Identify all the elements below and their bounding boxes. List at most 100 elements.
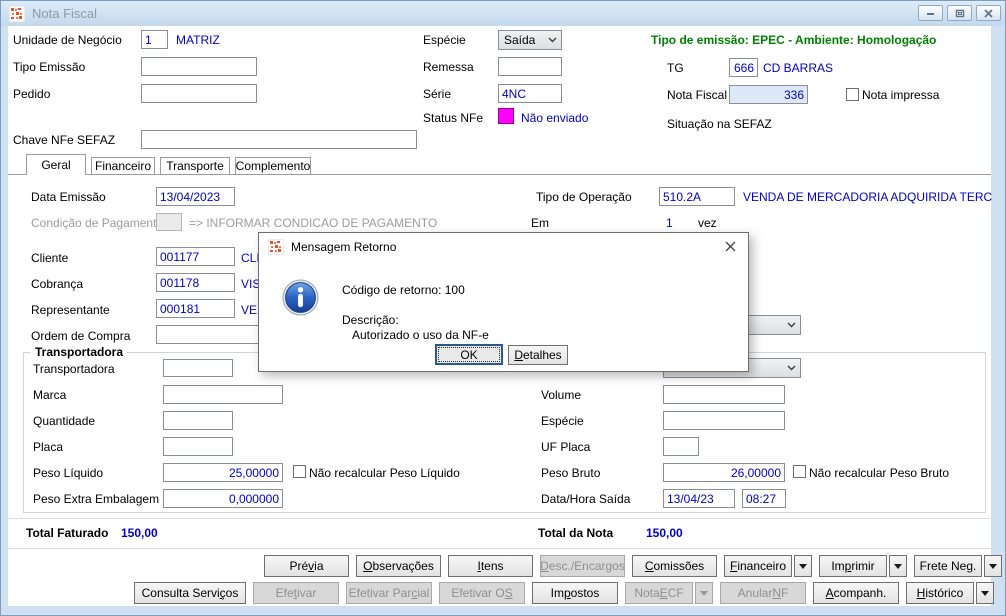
emissao-banner: Tipo de emissão: EPEC - Ambiente: Homolo… [651,33,936,47]
cobranca-input[interactable] [156,273,235,292]
unidade-label: Unidade de Negócio [13,33,122,47]
tab-complemento[interactable]: Complemento [235,157,311,174]
peso-liquido-input[interactable] [163,463,283,482]
nota-ecf-menu-arrow [695,582,713,604]
quantidade-input[interactable] [163,411,233,430]
transportadora-group-label: Transportadora [31,345,127,359]
placa-label: Placa [33,440,63,454]
status-nfe-label: Status NFe [423,111,483,125]
placa-input[interactable] [163,437,233,456]
volume-label: Volume [541,388,581,402]
impostos-button[interactable]: Impostos [532,582,618,604]
comissoes-button[interactable]: Comissões [632,555,717,577]
peso-bruto-input[interactable] [663,463,785,482]
tipo-emissao-input[interactable] [141,57,257,76]
frete-neg-menu-arrow[interactable] [984,555,1002,577]
em-value: 1 [666,216,673,230]
peso-bruto-label: Peso Bruto [541,466,600,480]
cliente-input[interactable] [156,247,235,266]
tipo-operacao-label: Tipo de Operação [536,190,632,204]
nao-recalcular-peso-bruto-checkbox[interactable] [793,465,806,478]
marca-input[interactable] [163,385,283,404]
tipo-operacao-input[interactable] [659,187,735,206]
uf-placa-input[interactable] [663,437,699,456]
itens-button[interactable]: Itens [448,555,533,577]
status-nfe-value: Não enviado [521,111,588,125]
serie-label: Série [423,87,451,101]
consulta-servicos-button[interactable]: Consulta Serviços [134,582,246,604]
uf-placa-label: UF Placa [541,440,590,454]
data-saida-input[interactable] [663,489,735,508]
peso-extra-input[interactable] [163,489,283,508]
nota-fiscal-window: Nota Fiscal Unidade de Negócio MATRIZ Ti… [0,0,1006,616]
condicao-pagamento-hint: => INFORMAR CONDICAO DE PAGAMENTO [189,216,437,230]
cliente-label: Cliente [31,251,68,265]
especie-combo[interactable]: Saída [498,30,562,50]
unidade-input[interactable] [141,30,168,49]
menu-arrow-icon [799,564,807,569]
tab-transporte[interactable]: Transporte [160,157,230,174]
efetivar-parcial-button: Efetivar Parcial [346,582,432,604]
total-faturado-label: Total Faturado [26,526,108,540]
chave-label: Chave NFe SEFAZ [13,133,115,147]
dialog-titlebar[interactable]: Mensagem Retorno [259,233,748,260]
chevron-down-icon [787,322,796,328]
tg-input[interactable] [729,58,758,77]
tab-strip-line [8,174,991,175]
acompanh-button[interactable]: Acompanh. [813,582,899,604]
remessa-input[interactable] [498,57,562,76]
imprimir-menu-arrow[interactable] [889,555,907,577]
historico-button[interactable]: Histórico [906,582,974,604]
nota-fiscal-label: Nota Fiscal [667,88,727,102]
window-title: Nota Fiscal [32,6,97,21]
financeiro-menu-arrow[interactable] [794,555,812,577]
volume-input[interactable] [663,385,785,404]
nota-fiscal-input[interactable] [729,85,808,104]
action-row-1: Prévia Observações Itens Desc./Encargos … [264,555,1002,577]
observacoes-button[interactable]: Observações [356,555,441,577]
data-emissao-label: Data Emissão [31,190,106,204]
desc-encargos-button: Desc./Encargos [540,555,625,577]
frete-neg-button[interactable]: Frete Neg. [914,555,982,577]
imprimir-button[interactable]: Imprimir [819,555,887,577]
tab-financeiro[interactable]: Financeiro [91,157,155,174]
dialog-desc-label: Descrição: [342,313,399,327]
hora-saida-input[interactable] [742,489,786,508]
nao-recalcular-peso-liquido-label: Não recalcular Peso Líquido [309,466,460,480]
close-button[interactable] [976,5,1001,21]
data-hora-saida-label: Data/Hora Saída [541,492,630,506]
representante-input[interactable] [156,299,235,318]
tab-geral[interactable]: Geral [26,154,86,175]
tg-label: TG [667,61,684,75]
close-icon [984,9,993,18]
previa-button[interactable]: Prévia [264,555,349,577]
ok-button[interactable]: OK [435,344,503,365]
data-emissao-input[interactable] [156,187,235,206]
restore-button[interactable] [947,5,972,21]
peso-liquido-label: Peso Líquido [33,466,103,480]
especie-value: Saída [504,33,535,47]
titlebar[interactable]: Nota Fiscal [1,1,1005,26]
especie-transporte-input[interactable] [663,411,785,430]
dialog-close-button[interactable] [712,233,748,260]
historico-menu-arrow[interactable] [976,582,994,604]
tipo-emissao-label: Tipo Emissão [13,60,85,74]
nao-recalcular-peso-liquido-checkbox[interactable] [293,465,306,478]
efetivar-os-button: Efetivar OS [439,582,525,604]
serie-input[interactable] [498,84,562,103]
minimize-button[interactable] [918,5,943,21]
especie-transporte-label: Espécie [541,414,584,428]
em-unit: vez [698,216,717,230]
total-da-nota-value: 150,00 [646,526,683,540]
detalhes-button[interactable]: Detalhes [508,345,568,365]
pedido-label: Pedido [13,87,50,101]
total-da-nota-label: Total da Nota [538,526,613,540]
dialog-code-text: Código de retorno: 100 [342,283,465,297]
dialog-desc-text: Autorizado o uso da NF-e [352,328,489,342]
pedido-input[interactable] [141,84,257,103]
chave-input[interactable] [141,130,417,149]
financeiro-button[interactable]: Financeiro [724,555,792,577]
nota-impressa-checkbox[interactable] [846,88,859,101]
transportadora-input[interactable] [163,359,233,377]
transportadora-label: Transportadora [33,362,115,376]
